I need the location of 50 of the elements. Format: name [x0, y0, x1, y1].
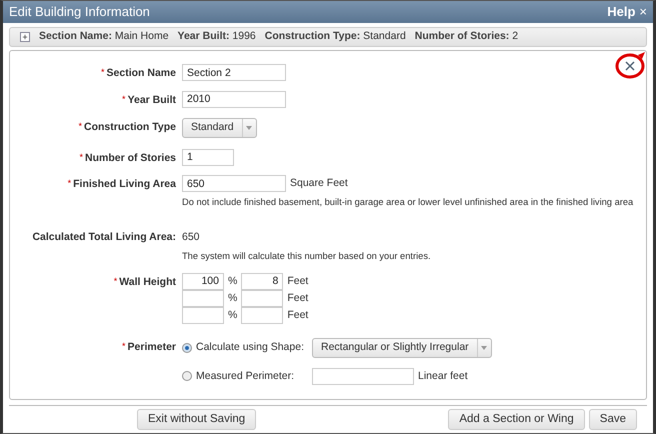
feet-field[interactable]: 8 — [241, 272, 284, 290]
field-label: * Wall Height — [114, 276, 176, 288]
unit-label: Feet — [287, 290, 308, 306]
text-field[interactable]: Section 2 — [182, 64, 286, 81]
unit-label: Feet — [287, 274, 308, 288]
caret-icon — [246, 126, 252, 130]
summary-item: Construction Type: Standard — [264, 29, 406, 44]
footer-button[interactable]: Exit without Saving — [137, 409, 256, 430]
field-label: * Section Name — [101, 67, 176, 79]
text-field[interactable]: 1 — [182, 148, 234, 166]
caret-icon — [481, 346, 488, 350]
readout-value: 650 — [182, 230, 201, 246]
option-label: Calculate using Shape: — [196, 340, 305, 355]
unit-label: Feet — [287, 308, 308, 322]
dropdown[interactable]: Rectangular or Slightly Irregular — [312, 338, 492, 358]
help-link[interactable]: Help — [607, 2, 636, 22]
unit-label: % — [228, 290, 238, 306]
summary-item: Number of Stories: 2 — [414, 29, 518, 44]
radio-button[interactable] — [182, 371, 192, 382]
text-field[interactable]: 650 — [182, 175, 286, 192]
hint-text: The system will calculate this number based on your entries. — [182, 250, 431, 263]
field-label: * Perimeter — [122, 340, 176, 353]
feet-field[interactable] — [241, 290, 284, 307]
field-label: * Number of Stories — [79, 152, 176, 164]
percent-field[interactable] — [182, 290, 224, 307]
feet-field[interactable] — [241, 306, 284, 324]
field-label: * Finished Living Area — [68, 178, 176, 190]
percent-field[interactable] — [182, 306, 224, 324]
unit-label: Square Feet — [290, 176, 348, 191]
summary-item: Section Name: Main Home — [39, 29, 169, 44]
dropdown[interactable]: Standard — [182, 118, 257, 138]
window-title: Edit Building Information — [9, 3, 150, 22]
annotation-circle-drawing — [614, 50, 648, 80]
close-button[interactable]: × — [639, 2, 647, 22]
summary-item: Year Built: 1996 — [178, 29, 256, 44]
field-label: * Year Built — [122, 94, 176, 106]
footer-button[interactable]: Save — [588, 409, 637, 430]
unit-label: % — [228, 308, 238, 322]
unit-label: % — [228, 274, 238, 288]
radio-button[interactable] — [182, 342, 192, 353]
hint-text: Do not include finished basement, built-in garage area or lower level unfinished area in the finished living area — [182, 196, 634, 210]
field-label: * Construction Type — [78, 120, 176, 132]
text-field[interactable]: 2010 — [182, 90, 286, 108]
expand-toggle[interactable]: + — [20, 32, 30, 42]
text-field[interactable] — [312, 368, 414, 385]
field-label: Calculated Total Living Area: — [32, 231, 176, 244]
option-label: Measured Perimeter: — [196, 368, 296, 384]
unit-label: Linear feet — [418, 368, 468, 384]
footer-button[interactable]: Add a Section or Wing — [448, 409, 585, 430]
percent-field[interactable]: 100 — [182, 272, 224, 290]
